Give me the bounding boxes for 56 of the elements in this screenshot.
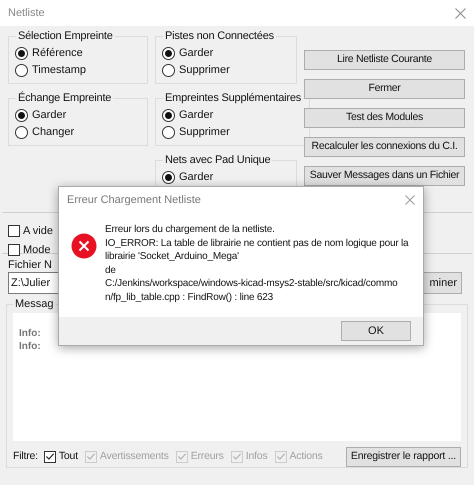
radio-button[interactable] — [162, 126, 175, 138]
checkbox-label: A vide — [23, 224, 53, 239]
close-icon[interactable] — [455, 8, 466, 18]
radio-label: Référence — [32, 46, 83, 61]
dialog-button[interactable]: Fermer — [304, 79, 465, 99]
radio-button[interactable] — [15, 108, 28, 122]
ok-button[interactable]: OK — [341, 321, 411, 341]
error-message-line: C:/Jenkins/workspace/windows-kicad-msys2-stable/src/kicad/commo — [105, 277, 398, 290]
group-title: Sélection Empreinte — [17, 29, 114, 44]
error-message-line: n/fp_lib_table.cpp : FindRow() : line 623 — [105, 290, 274, 304]
dialog-button[interactable]: Test des Modules — [304, 108, 465, 128]
group-title: Échange Empreinte — [17, 90, 112, 106]
error-message-line: librairie 'Socket_Arduino_Mega' — [105, 250, 240, 264]
radio-label: Garder — [32, 108, 66, 123]
radio-label: Garder — [179, 46, 214, 61]
error-message-line: IO_ERROR: La table de librairie ne contient pas de nom logique pour la — [105, 236, 408, 250]
close-icon[interactable] — [405, 195, 415, 205]
group-title: Nets avec Pad Unique — [164, 153, 272, 168]
radio-label: Supprimer — [179, 62, 230, 78]
radio-button[interactable] — [15, 126, 28, 138]
group-title: Empreintes Supplémentaires — [164, 91, 302, 106]
dialog-title: Erreur Chargement Netliste — [67, 192, 201, 208]
radio-button[interactable] — [15, 46, 28, 60]
window-title: Netliste — [8, 6, 45, 21]
radio-button[interactable] — [15, 64, 28, 76]
radio-button[interactable] — [162, 46, 175, 60]
radio-label: Garder — [179, 108, 214, 123]
filter-label: Filtre: — [13, 448, 38, 464]
radio-label: Changer — [32, 124, 74, 140]
group-title: Messag — [14, 297, 55, 312]
save-report-button[interactable]: Enregistrer le rapport ... — [346, 446, 461, 466]
field-label: Fichier N — [8, 259, 52, 271]
group-title: Pistes non Connectées — [164, 29, 275, 44]
checkbox-label: Avertissements — [100, 448, 169, 464]
error-message-line: de — [105, 264, 117, 277]
dialog-button[interactable]: Lire Netliste Courante — [304, 50, 465, 70]
error-icon — [71, 233, 97, 259]
radio-label: Supprimer — [179, 124, 230, 140]
message-line: Info: — [19, 326, 41, 340]
checkbox-label: Actions — [290, 448, 323, 464]
checkbox-label: Erreurs — [190, 448, 224, 464]
checkbox[interactable] — [8, 225, 20, 238]
radio-label: Garder — [179, 170, 214, 185]
radio-button[interactable] — [162, 170, 175, 184]
checkbox[interactable] — [44, 450, 56, 462]
radio-label: Timestamp — [32, 62, 86, 78]
checkbox[interactable] — [8, 244, 20, 256]
dialog-button[interactable]: Sauver Messages dans un Fichier — [304, 166, 465, 186]
checkbox-label: Mode — [23, 242, 51, 258]
message-line: Info: — [19, 340, 41, 352]
checkbox-label: Tout — [58, 448, 78, 464]
radio-button[interactable] — [162, 108, 175, 122]
error-message-line: Erreur lors du chargement de la netliste. — [105, 223, 276, 236]
checkbox-label: Infos — [246, 448, 268, 464]
radio-button[interactable] — [162, 64, 175, 76]
dialog-button[interactable]: Recalculer les connexions du C.I. — [304, 137, 465, 157]
